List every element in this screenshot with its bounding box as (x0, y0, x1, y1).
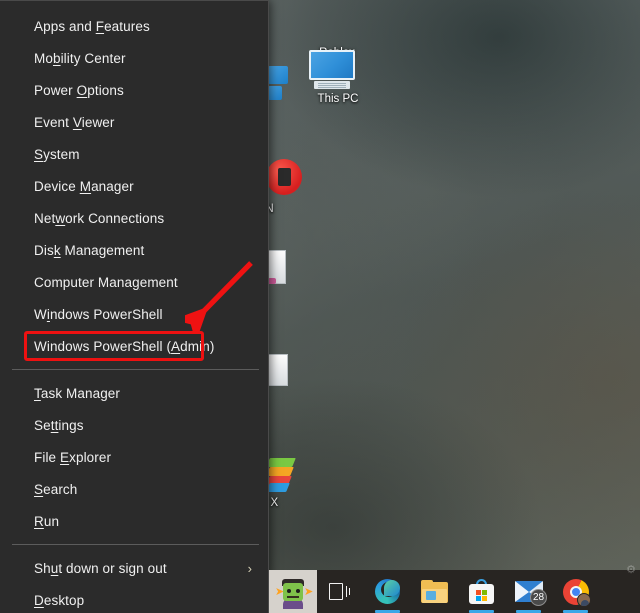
menu-item-event-viewer[interactable]: Event Viewer (0, 106, 268, 138)
menu-item-network-connections[interactable]: Network Connections (0, 202, 268, 234)
menu-item-label-pre: Power (34, 82, 77, 98)
menu-item-search[interactable]: Search (0, 473, 268, 505)
menu-item-label-pre: Net (34, 210, 56, 226)
menu-item-accelerator: T (34, 385, 41, 401)
menu-item-label-post: esktop (43, 592, 85, 608)
task-view-icon (329, 582, 352, 601)
menu-group-system: Apps and Features Mobility Center Power … (0, 10, 268, 362)
menu-item-label-post: ork Connections (65, 210, 165, 226)
menu-item-label-post: ndows PowerShell (49, 306, 163, 322)
menu-item-accelerator: D (34, 592, 44, 608)
menu-item-mobility-center[interactable]: Mobility Center (0, 42, 268, 74)
desktop-icon-label: This PC (317, 93, 359, 105)
menu-item-label-post: iewer (81, 114, 115, 130)
menu-item-label-pre: File (34, 449, 61, 465)
menu-item-accelerator: k (53, 242, 61, 258)
menu-item-label-post: earch (43, 481, 78, 497)
menu-item-label-pre: Sh (34, 560, 51, 576)
microsoft-edge-icon (375, 579, 400, 604)
menu-group-session: Shut down or sign out › Desktop (0, 552, 268, 613)
chevron-right-icon: › (247, 560, 252, 576)
menu-item-label-pre: Windows PowerShell ( (34, 338, 172, 354)
menu-item-accelerator: A (171, 338, 181, 354)
menu-item-label-post: ings (58, 417, 84, 433)
menu-item-power-options[interactable]: Power Options (0, 74, 268, 106)
menu-item-label-post: t down or sign out (58, 560, 167, 576)
winx-power-user-menu: Apps and Features Mobility Center Power … (0, 0, 269, 613)
taskbar: ➤ ➤ 28 (269, 570, 640, 613)
menu-item-label-post: anager (91, 178, 134, 194)
menu-separator-2 (12, 544, 259, 545)
frankenstein-avatar-icon: ➤ ➤ (275, 575, 313, 609)
task-view-button[interactable] (317, 570, 364, 613)
menu-item-device-manager[interactable]: Device Manager (0, 170, 268, 202)
menu-item-accelerator: V (72, 114, 82, 130)
menu-item-label-pre: Event (34, 114, 73, 130)
menu-item-accelerator: S (34, 481, 44, 497)
menu-item-label-post: eatures (104, 18, 150, 34)
menu-item-settings[interactable]: Settings (0, 409, 268, 441)
menu-item-label-post: ystem (43, 146, 80, 162)
menu-item-file-explorer[interactable]: File Explorer (0, 441, 268, 473)
menu-item-accelerator: M (79, 178, 92, 194)
menu-item-label-post: ptions (87, 82, 124, 98)
menu-item-run[interactable]: Run (0, 505, 268, 537)
menu-item-label-pre: Se (34, 417, 51, 433)
menu-item-accelerator: E (60, 449, 70, 465)
window-control-remnant: ⚙ (626, 564, 636, 576)
menu-item-accelerator: S (34, 146, 44, 162)
menu-item-accelerator: F (95, 18, 105, 34)
menu-item-label-post: xplorer (69, 449, 112, 465)
menu-item-label-post: un (43, 513, 60, 529)
taskbar-button-mail[interactable]: 28 (505, 570, 552, 613)
menu-item-accelerator: w (55, 210, 66, 226)
mail-unread-badge: 28 (530, 589, 547, 606)
taskbar-button-google-chrome[interactable] (552, 570, 599, 613)
menu-item-label-pre: W (34, 306, 47, 322)
microsoft-store-icon (469, 579, 494, 604)
menu-item-label-pre: Apps and (34, 18, 96, 34)
menu-separator-1 (12, 369, 259, 370)
menu-item-accelerator: b (52, 50, 61, 66)
menu-item-desktop[interactable]: Desktop (0, 584, 268, 613)
desktop-screen: Roblox Player This PC le ox o VPN e 2 (0, 0, 640, 613)
menu-item-computer-management[interactable]: Computer Management (0, 266, 268, 298)
menu-item-label-post: dmin) (180, 338, 215, 354)
taskbar-button-microsoft-store[interactable] (458, 570, 505, 613)
this-pc-icon (301, 48, 375, 90)
menu-item-apps-and-features[interactable]: Apps and Features (0, 10, 268, 42)
menu-item-accelerator: O (76, 82, 88, 98)
start-button[interactable]: ➤ ➤ (269, 570, 317, 613)
menu-group-tools: Task Manager Settings File Explorer Sear… (0, 377, 268, 537)
menu-item-accelerator: R (34, 513, 44, 529)
chrome-profile-avatar (576, 592, 591, 607)
menu-item-disk-management[interactable]: Disk Management (0, 234, 268, 266)
menu-item-label-post: ement (139, 274, 178, 290)
menu-item-shut-down-or-sign-out[interactable]: Shut down or sign out › (0, 552, 268, 584)
taskbar-button-microsoft-edge[interactable] (364, 570, 411, 613)
menu-item-windows-powershell[interactable]: Windows PowerShell (0, 298, 268, 330)
desktop-icon-this-pc[interactable]: This PC (301, 48, 375, 107)
menu-item-label-post: Management (60, 242, 145, 258)
menu-item-label-post: ility Center (60, 50, 126, 66)
menu-item-system[interactable]: System (0, 138, 268, 170)
menu-item-label-pre: Computer Mana (34, 274, 133, 290)
menu-item-label-pre: Dis (34, 242, 54, 258)
menu-item-label-pre: Device (34, 178, 80, 194)
file-explorer-icon (421, 580, 448, 603)
menu-item-label-post: ask Manager (40, 385, 120, 401)
menu-item-task-manager[interactable]: Task Manager (0, 377, 268, 409)
menu-item-accelerator: g (132, 274, 140, 290)
menu-item-windows-powershell-admin[interactable]: Windows PowerShell (Admin) (0, 330, 268, 362)
roblox-player-icon (300, 2, 374, 44)
menu-item-label-pre: Mo (34, 50, 53, 66)
taskbar-button-file-explorer[interactable] (411, 570, 458, 613)
google-chrome-icon (562, 578, 591, 607)
